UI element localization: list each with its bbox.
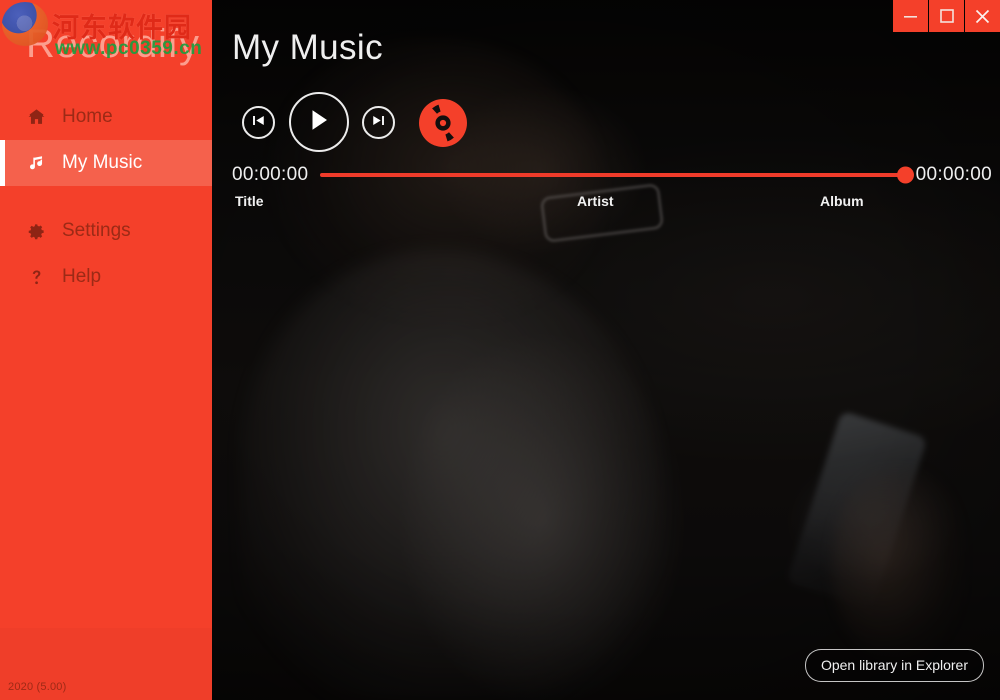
- brand-logo: Recordify: [0, 22, 212, 84]
- minimize-icon: [903, 10, 918, 22]
- sidebar: Recordify 河东软件园 www.pc0359.cn Home My Mu…: [0, 0, 212, 700]
- app-window: Recordify 河东软件园 www.pc0359.cn Home My Mu…: [0, 0, 1000, 700]
- record-button[interactable]: [417, 97, 469, 149]
- play-button[interactable]: [289, 92, 349, 152]
- sidebar-item-label-help: Help: [62, 266, 102, 287]
- elapsed-time: 00:00:00: [232, 164, 309, 185]
- seek-handle[interactable]: [896, 166, 914, 184]
- sidebar-item-help[interactable]: Help: [0, 254, 212, 300]
- maximize-button[interactable]: [929, 0, 964, 32]
- sidebar-item-settings[interactable]: Settings: [0, 208, 212, 254]
- column-header-album[interactable]: Album: [820, 193, 864, 209]
- sidebar-item-label-my-music: My Music: [62, 152, 143, 173]
- sidebar-item-label-home: Home: [62, 106, 113, 127]
- play-icon: [306, 107, 332, 138]
- close-icon: [975, 9, 990, 24]
- window-controls: [892, 0, 1000, 33]
- sidebar-nav: Home My Music Settings Help: [0, 94, 212, 300]
- content-area: My Music 00:00:00 00:00:00 Title Artist …: [212, 0, 1000, 700]
- seek-bar-row: 00:00:00 00:00:00: [212, 158, 1000, 192]
- track-list[interactable]: [212, 218, 1000, 628]
- track-column-headers: Title Artist Album: [212, 193, 1000, 215]
- home-icon: [22, 108, 50, 127]
- sidebar-item-home[interactable]: Home: [0, 94, 212, 140]
- maximize-icon: [939, 9, 954, 23]
- total-time: 00:00:00: [915, 164, 992, 185]
- brand-name: Recordify: [26, 22, 200, 66]
- previous-track-button[interactable]: [242, 106, 275, 139]
- next-track-button[interactable]: [362, 106, 395, 139]
- page-title: My Music: [232, 28, 383, 67]
- seek-slider[interactable]: [320, 166, 914, 184]
- column-header-artist[interactable]: Artist: [577, 193, 614, 209]
- record-disc-icon: [417, 99, 469, 153]
- column-header-title[interactable]: Title: [235, 193, 264, 209]
- sidebar-item-my-music[interactable]: My Music: [0, 140, 212, 186]
- version-label: 2020 (5.00): [8, 681, 67, 693]
- sidebar-item-label-settings: Settings: [62, 220, 131, 241]
- open-library-button[interactable]: Open library in Explorer: [804, 649, 984, 682]
- music-note-icon: [22, 154, 50, 173]
- question-mark-icon: [22, 268, 50, 287]
- next-icon: [371, 113, 386, 133]
- close-button[interactable]: [965, 0, 1000, 32]
- previous-icon: [251, 113, 266, 133]
- gear-icon: [22, 222, 50, 241]
- minimize-button[interactable]: [893, 0, 928, 32]
